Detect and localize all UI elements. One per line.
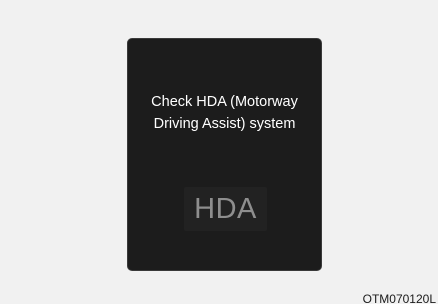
cluster-display-panel: Check HDA (Motorway Driving Assist) syst… bbox=[127, 38, 322, 271]
warning-message: Check HDA (Motorway Driving Assist) syst… bbox=[128, 91, 321, 135]
hda-indicator-icon: HDA bbox=[184, 187, 267, 231]
figure-code: OTM070120L bbox=[362, 292, 436, 304]
warning-message-line-2: Driving Assist) system bbox=[153, 116, 296, 132]
page: Check HDA (Motorway Driving Assist) syst… bbox=[0, 0, 438, 304]
warning-message-line-1: Check HDA (Motorway bbox=[151, 94, 298, 110]
